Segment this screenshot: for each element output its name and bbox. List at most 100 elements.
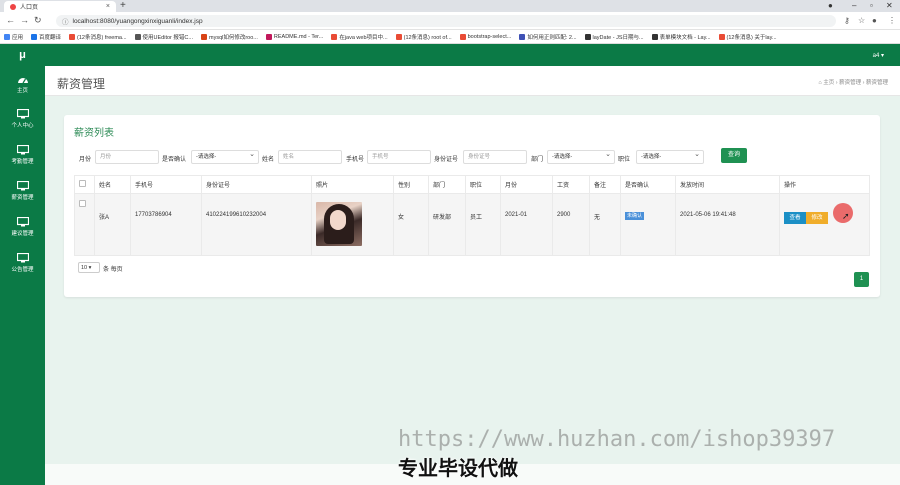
dept-cell: 研发部 bbox=[428, 193, 466, 256]
name-input[interactable]: 姓名 bbox=[278, 150, 342, 164]
row-select-cell bbox=[74, 193, 95, 256]
bookmark-label: (12条消息) 关于lay... bbox=[726, 34, 777, 41]
query-button[interactable]: 查询 bbox=[721, 148, 747, 163]
position-select[interactable]: -请选择- bbox=[636, 149, 704, 164]
browser-tab-bar: 人口页 × + ● – ▫ ✕ bbox=[0, 0, 900, 12]
bookmark-icon bbox=[459, 33, 466, 40]
page-button-current[interactable]: 1 bbox=[854, 272, 869, 287]
bookmark-item[interactable]: (12条消息) freema... bbox=[69, 33, 127, 41]
paid-time-cell: 2021-05-06 19:41:48 bbox=[675, 193, 780, 256]
sidebar-item-label: 建议管理 bbox=[11, 231, 34, 237]
info-icon: ⓘ bbox=[62, 19, 69, 26]
page-header: 薪资管理 ⌂ 主页 › 薪资管理 › 薪资管理 bbox=[45, 66, 900, 96]
col-header: 工资 bbox=[552, 175, 590, 194]
position-label: 职位 bbox=[618, 157, 631, 163]
bookmark-label: 如何用正则匹配: 2... bbox=[527, 34, 577, 41]
tab-close-icon[interactable]: × bbox=[106, 3, 110, 10]
bookmark-icon bbox=[519, 33, 526, 40]
url-text: localhost:8080/yuangongxinxiguanli/index… bbox=[72, 17, 203, 25]
bookmark-item[interactable]: layDate - JS日期与... bbox=[584, 33, 644, 41]
sidebar-item[interactable]: 薪资管理 bbox=[0, 181, 45, 201]
bookmark-label: 在java web项目中... bbox=[339, 34, 388, 41]
bookmark-label: 使用UEditor 报错C... bbox=[142, 34, 193, 41]
menu-icon[interactable]: ⋮ bbox=[888, 16, 896, 25]
bookmark-item[interactable]: 应用 bbox=[4, 33, 23, 41]
monitor-icon bbox=[16, 109, 29, 119]
salary-table: 姓名 手机号 身份证号 照片 性别 部门 职位 月份 工资 备注 是否确认 发放… bbox=[74, 175, 870, 256]
bookmark-item[interactable]: 使用UEditor 报错C... bbox=[134, 33, 193, 41]
col-header: 姓名 bbox=[94, 175, 131, 194]
star-icon[interactable]: ☆ bbox=[858, 16, 865, 25]
table-row: 张A 17703786904 410224199610232004 女 研发部 … bbox=[74, 193, 870, 256]
bookmark-item[interactable]: (12条消息) root of... bbox=[395, 33, 452, 41]
photo-cell bbox=[311, 193, 394, 256]
app-logo[interactable]: μ bbox=[0, 44, 45, 66]
col-header: 性别 bbox=[393, 175, 429, 194]
col-header: 是否确认 bbox=[620, 175, 676, 194]
dashboard-icon bbox=[17, 78, 28, 84]
mouse-cursor-icon: ➚ bbox=[842, 211, 850, 221]
phone-label: 手机号 bbox=[346, 157, 365, 163]
key-icon[interactable]: ⚷ bbox=[844, 16, 850, 25]
sidebar-item[interactable]: 考勤管理 bbox=[0, 145, 45, 165]
bookmark-label: mysql如何修改roo... bbox=[208, 34, 258, 41]
forward-icon[interactable]: → bbox=[20, 15, 29, 25]
row-checkbox[interactable] bbox=[79, 200, 86, 207]
edit-button[interactable]: 修改 bbox=[806, 212, 828, 224]
bookmark-icon bbox=[265, 33, 272, 40]
bookmark-item[interactable]: mysql如何修改roo... bbox=[200, 33, 258, 41]
col-header: 手机号 bbox=[130, 175, 202, 194]
bookmark-icon bbox=[134, 33, 141, 40]
phone-input[interactable]: 手机号 bbox=[367, 150, 431, 164]
bookmark-item[interactable]: 百度翻译 bbox=[31, 33, 61, 41]
maximize-icon[interactable]: ▫ bbox=[870, 0, 873, 12]
sidebar-item-label: 个人中心 bbox=[11, 123, 34, 129]
dept-select[interactable]: -请选择- bbox=[547, 149, 615, 164]
bookmark-item[interactable]: 如何用正则匹配: 2... bbox=[519, 33, 577, 41]
month-input[interactable]: 月份 bbox=[95, 150, 159, 164]
sidebar-item[interactable]: 公告管理 bbox=[0, 253, 45, 273]
sidebar-item[interactable]: 主页 bbox=[0, 74, 45, 94]
account-icon[interactable]: ● bbox=[872, 16, 877, 25]
select-all-checkbox[interactable] bbox=[79, 180, 86, 187]
bookmark-label: (12条消息) freema... bbox=[77, 34, 127, 41]
page-size-select[interactable]: 10 ▾ bbox=[78, 262, 100, 273]
confirm-select[interactable]: -请选择- bbox=[191, 149, 259, 164]
page-size-label: 条 每页 bbox=[103, 267, 123, 273]
idcard-label: 身份证号 bbox=[434, 157, 459, 163]
position-cell: 员工 bbox=[465, 193, 501, 256]
sidebar-item[interactable]: 建议管理 bbox=[0, 217, 45, 237]
monitor-icon bbox=[16, 217, 29, 227]
new-tab-icon[interactable]: + bbox=[120, 0, 126, 12]
profile-icon[interactable]: ● bbox=[828, 0, 833, 12]
breadcrumb[interactable]: ⌂ 主页 › 薪资管理 › 薪资管理 bbox=[818, 78, 888, 86]
col-header: 发放时间 bbox=[675, 175, 780, 194]
user-menu[interactable]: a4 ▾ bbox=[873, 52, 884, 59]
bookmark-item[interactable]: 在java web项目中... bbox=[331, 33, 388, 41]
bookmark-item[interactable]: 表单模块文档 - Lay... bbox=[651, 33, 711, 41]
back-icon[interactable]: ← bbox=[6, 15, 15, 25]
bookmark-item[interactable]: README.md - Ter... bbox=[265, 33, 323, 40]
minimize-icon[interactable]: – bbox=[852, 0, 856, 12]
sidebar-item[interactable]: 个人中心 bbox=[0, 109, 45, 129]
bookmark-icon bbox=[331, 33, 338, 40]
idcard-input[interactable]: 身份证号 bbox=[463, 150, 527, 164]
browser-tab[interactable]: 人口页 × bbox=[4, 1, 116, 12]
url-field[interactable]: ⓘ localhost:8080/yuangongxinxiguanli/ind… bbox=[56, 15, 836, 27]
bookmark-label: 应用 bbox=[12, 34, 24, 41]
month-cell: 2021-01 bbox=[500, 193, 553, 256]
bookmark-icon bbox=[31, 33, 38, 40]
view-button[interactable]: 查看 bbox=[784, 212, 806, 224]
bookmark-item[interactable]: (12条消息) 关于lay... bbox=[718, 33, 777, 41]
reload-icon[interactable]: ↻ bbox=[34, 15, 42, 26]
bookmark-icon bbox=[651, 33, 658, 40]
close-window-icon[interactable]: ✕ bbox=[886, 0, 893, 12]
month-label: 月份 bbox=[79, 157, 92, 163]
select-all-header bbox=[74, 175, 95, 194]
monitor-icon bbox=[16, 145, 29, 155]
panel-title: 薪资列表 bbox=[74, 128, 114, 139]
bookmark-item[interactable]: bootstrap-select... bbox=[459, 33, 512, 40]
bookmark-label: bootstrap-select... bbox=[467, 33, 512, 40]
sidebar-item-label: 考勤管理 bbox=[11, 159, 34, 165]
bookmark-label: 表单模块文档 - Lay... bbox=[659, 34, 711, 41]
